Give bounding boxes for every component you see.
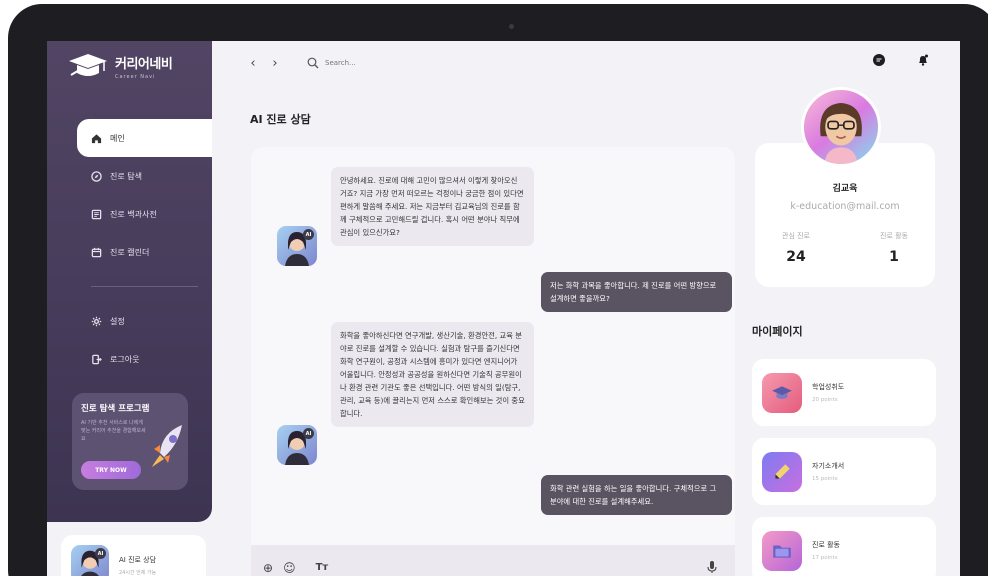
sidebar-item-settings[interactable]: 설정 (77, 302, 212, 340)
stat-label: 관심 진로 (782, 232, 810, 240)
mypage-card-points: 17 points (812, 555, 838, 561)
mypage-card-essay[interactable]: 자기소개서 15 points (752, 438, 936, 505)
bot-message: 화학을 좋아하신다면 연구개발, 생산기술, 환경안전, 교육 분야로 진로를 … (331, 322, 534, 427)
promo-description: AI 기반 추천 서비스로 나에게 맞는 커리어 추천을 경험해보세요 (81, 420, 146, 442)
calendar-icon (91, 247, 102, 257)
gear-icon (91, 316, 102, 326)
promo-card: 진로 탐색 프로그램 AI 기반 추천 서비스로 나에게 맞는 커리어 추천을 … (72, 393, 188, 490)
folder-icon (762, 530, 802, 571)
forward-arrow-icon[interactable]: › (269, 56, 281, 71)
emoji-icon[interactable]: ☺ (283, 561, 296, 575)
mypage-card-label: 학업성취도 (812, 383, 845, 391)
mypage-card-label: 자기소개서 (812, 462, 845, 470)
rocket-icon (152, 425, 182, 467)
try-now-button[interactable]: TRY NOW (81, 461, 141, 479)
sidebar-item-explore[interactable]: 진로 탐색 (77, 157, 212, 195)
add-icon[interactable]: ⊕ (263, 561, 273, 575)
pen-icon (762, 451, 802, 492)
home-icon (91, 133, 102, 143)
user-avatar-icon (820, 102, 862, 164)
promo-title: 진로 탐색 프로그램 (81, 404, 150, 414)
ai-badge: AI (95, 548, 106, 559)
topbar: ‹ › (247, 53, 465, 73)
profile-name: 김교육 (832, 184, 858, 194)
nav-divider (91, 286, 198, 287)
avatar[interactable] (801, 87, 881, 167)
topbar-actions (872, 53, 930, 67)
text-format-icon[interactable]: Tт (316, 562, 329, 573)
ai-badge: AI (303, 428, 314, 439)
logout-icon (92, 354, 102, 364)
stat-activity: 진로 활동 1 (859, 231, 929, 265)
stat-value: 24 (786, 249, 806, 265)
page-title: AI 진로 상담 (250, 113, 311, 126)
mypage-card-points: 20 points (812, 397, 838, 403)
chat-panel: 안녕하세요. 진로에 대해 고민이 많으셔서 이렇게 찾아오신 거죠? 지금 가… (251, 147, 735, 576)
stat-value: 1 (889, 249, 899, 265)
sidebar: 커리어네비 Career Navi 메인 진로 탐색 진로 백과사전 진로 캘린… (47, 41, 212, 522)
mypage-title: 마이페이지 (752, 325, 803, 338)
search-input[interactable] (325, 59, 465, 67)
sidebar-item-label: 로그아웃 (110, 354, 140, 364)
stat-interest: 관심 진로 24 (761, 231, 831, 265)
brand-logo[interactable]: 커리어네비 Career Navi (67, 51, 173, 81)
sidebar-item-encyclopedia[interactable]: 진로 백과사전 (77, 195, 212, 233)
compass-icon (91, 170, 102, 182)
bot-message: 안녕하세요. 진로에 대해 고민이 많으셔서 이렇게 찾아오신 거죠? 지금 가… (331, 167, 534, 246)
microphone-icon[interactable] (705, 560, 719, 574)
brand-subtitle: Career Navi (115, 73, 156, 80)
sidebar-item-calendar[interactable]: 진로 캘린더 (77, 233, 212, 271)
profile-email: k-education@mail.com (790, 201, 900, 212)
graduation-cap-icon (69, 54, 107, 76)
sidebar-item-label: 진로 백과사전 (110, 209, 157, 219)
ai-badge: AI (303, 229, 314, 240)
camera-dot (509, 24, 514, 29)
bot-avatar: AI (277, 226, 317, 266)
brand-name: 커리어네비 (115, 56, 173, 72)
search-icon (307, 57, 319, 69)
ai-counsel-sub: 24시간 언제 가능 (119, 570, 157, 576)
chat-bubble-icon[interactable] (872, 53, 886, 67)
mypage-card-points: 15 points (812, 476, 838, 482)
sidebar-item-label: 진로 탐색 (110, 171, 142, 181)
app-screen: 커리어네비 Career Navi 메인 진로 탐색 진로 백과사전 진로 캘린… (47, 41, 960, 576)
sidebar-item-logout[interactable]: 로그아웃 (77, 340, 212, 378)
mypage-card-label: 진로 활동 (812, 541, 840, 549)
bot-avatar: AI (277, 425, 317, 465)
ai-counsel-card[interactable]: AI AI 진로 상담 24시간 언제 가능 (61, 535, 206, 576)
sidebar-item-main[interactable]: 메인 (77, 119, 212, 157)
message-composer: ⊕ ☺ Tт (251, 545, 735, 576)
mortarboard-icon (762, 372, 802, 413)
mypage-card-activity[interactable]: 진로 활동 17 points (752, 517, 936, 576)
user-message: 화학 관련 실험을 하는 일을 좋아합니다. 구체적으로 그 분야에 대한 진로… (541, 475, 732, 515)
back-arrow-icon[interactable]: ‹ (247, 56, 259, 71)
bell-icon[interactable] (916, 53, 930, 67)
sidebar-item-label: 메인 (110, 133, 125, 143)
ai-counsel-title: AI 진로 상담 (119, 556, 157, 564)
sidebar-nav: 메인 진로 탐색 진로 백과사전 진로 캘린더 설정 로그아웃 (77, 119, 212, 378)
sidebar-item-label: 설정 (110, 316, 125, 326)
mypage-card-academic[interactable]: 학업성취도 20 points (752, 359, 936, 426)
sidebar-item-label: 진로 캘린더 (110, 247, 150, 257)
stat-label: 진로 활동 (880, 232, 908, 240)
book-icon (91, 209, 102, 219)
user-message: 저는 화학 과목을 좋아합니다. 제 진로를 어떤 방향으로 설계하면 좋을까요… (541, 272, 732, 312)
bot-avatar: AI (71, 545, 109, 576)
search-bar (307, 57, 465, 69)
